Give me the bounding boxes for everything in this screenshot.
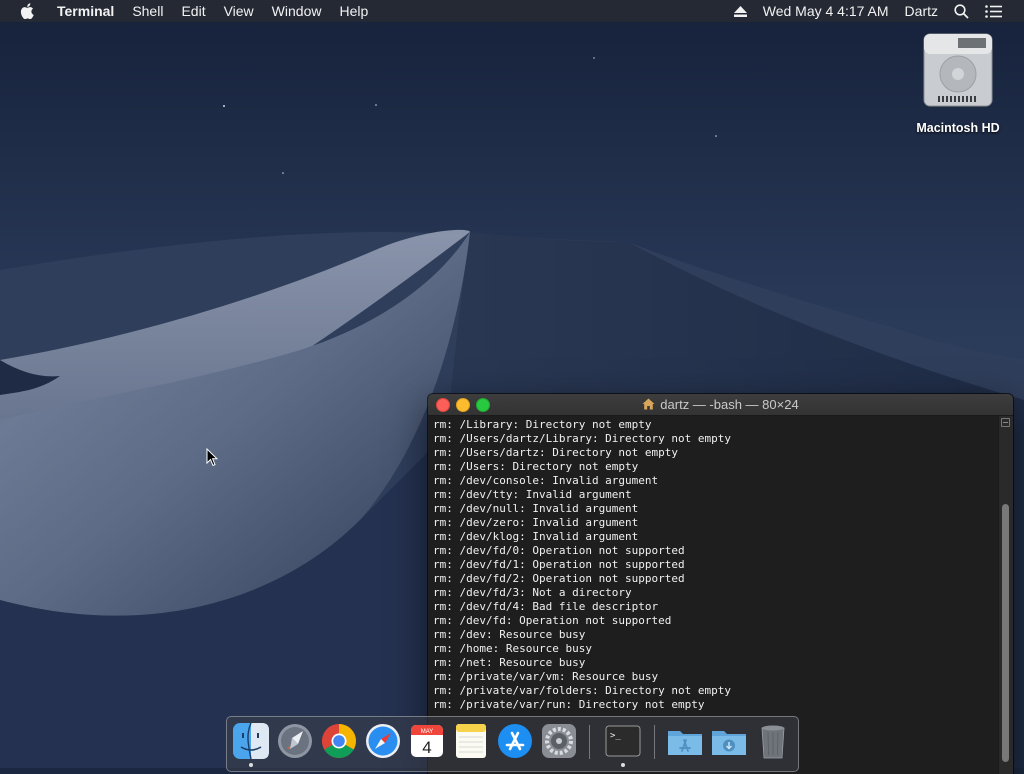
system-preferences-icon[interactable] bbox=[540, 722, 578, 760]
applications-folder-icon[interactable] bbox=[666, 722, 704, 760]
terminal-line: rm: /private/var/vm: Resource busy bbox=[433, 670, 659, 683]
running-indicator bbox=[249, 763, 253, 767]
macintosh-hd-desktop-icon[interactable]: Macintosh HD bbox=[908, 30, 1008, 135]
apple-logo-icon[interactable] bbox=[0, 3, 48, 19]
dock-separator bbox=[654, 725, 655, 759]
menu-user[interactable]: Dartz bbox=[897, 0, 946, 22]
terminal-line: rm: /dev/fd: Operation not supported bbox=[433, 614, 672, 627]
notes-icon[interactable] bbox=[452, 722, 490, 760]
notification-center-icon[interactable] bbox=[977, 0, 1024, 22]
dock-separator bbox=[589, 725, 590, 759]
terminal-line: rm: /dev/tty: Invalid argument bbox=[433, 488, 632, 501]
terminal-line: rm: /dev: Resource busy bbox=[433, 628, 586, 641]
terminal-line: rm: /Users/dartz: Directory not empty bbox=[433, 446, 679, 459]
terminal-line: rm: /dev/console: Invalid argument bbox=[433, 474, 659, 487]
trash-icon[interactable] bbox=[754, 722, 792, 760]
terminal-scrollbar[interactable] bbox=[998, 416, 1013, 774]
dock: MAY 4 >_ bbox=[226, 716, 799, 772]
downloads-folder-icon[interactable] bbox=[710, 722, 748, 760]
home-folder-icon bbox=[642, 395, 655, 416]
safari-icon[interactable] bbox=[364, 722, 402, 760]
macintosh-hd-label: Macintosh HD bbox=[916, 121, 1000, 135]
terminal-line: rm: /dev/null: Invalid argument bbox=[433, 502, 639, 515]
menu-edit[interactable]: Edit bbox=[172, 0, 214, 22]
menu-bar: Terminal Shell Edit View Window Help Wed… bbox=[0, 0, 1024, 22]
terminal-line: rm: /Library: Directory not empty bbox=[433, 418, 652, 431]
scroll-thumb[interactable] bbox=[1002, 504, 1009, 762]
terminal-line: rm: /dev/klog: Invalid argument bbox=[433, 530, 639, 543]
running-indicator bbox=[621, 763, 625, 767]
terminal-title: dartz — -bash — 80×24 bbox=[428, 394, 1013, 415]
terminal-line: rm: /dev/fd/2: Operation not supported bbox=[433, 572, 685, 585]
terminal-line: rm: /dev/fd/0: Operation not supported bbox=[433, 544, 685, 557]
finder-icon[interactable] bbox=[232, 722, 270, 760]
app-store-icon[interactable] bbox=[496, 722, 534, 760]
terminal-line: rm: /Users: Directory not empty bbox=[433, 460, 639, 473]
terminal-titlebar[interactable]: dartz — -bash — 80×24 bbox=[428, 394, 1013, 416]
hard-drive-icon bbox=[923, 33, 993, 107]
launchpad-icon[interactable] bbox=[276, 722, 314, 760]
terminal-line: rm: /home: Resource busy bbox=[433, 642, 592, 655]
terminal-icon[interactable]: >_ bbox=[604, 722, 642, 760]
mouse-cursor bbox=[206, 448, 218, 467]
calendar-icon[interactable]: MAY 4 bbox=[408, 722, 446, 760]
terminal-line: rm: /dev/fd/3: Not a directory bbox=[433, 586, 632, 599]
calendar-month: MAY bbox=[421, 729, 434, 735]
menu-clock[interactable]: Wed May 4 4:17 AM bbox=[755, 0, 897, 22]
menu-help[interactable]: Help bbox=[330, 0, 377, 22]
terminal-line: rm: /dev/fd/1: Operation not supported bbox=[433, 558, 685, 571]
eject-icon[interactable] bbox=[726, 0, 755, 22]
terminal-prompt: >_ bbox=[610, 731, 621, 741]
chrome-icon[interactable] bbox=[320, 722, 358, 760]
terminal-line: rm: /private/var/folders: Directory not … bbox=[433, 684, 732, 697]
terminal-title-text: dartz — -bash — 80×24 bbox=[660, 397, 799, 412]
menu-window[interactable]: Window bbox=[263, 0, 331, 22]
terminal-line: rm: /private/var/run: Directory not empt… bbox=[433, 698, 705, 711]
menu-shell[interactable]: Shell bbox=[123, 0, 172, 22]
terminal-line: rm: /dev/zero: Invalid argument bbox=[433, 516, 639, 529]
terminal-line: rm: /net: Resource busy bbox=[433, 656, 586, 669]
menu-app-name[interactable]: Terminal bbox=[48, 0, 123, 22]
calendar-day: 4 bbox=[422, 738, 431, 757]
spotlight-search-icon[interactable] bbox=[946, 0, 977, 22]
scroll-split-icon[interactable] bbox=[1001, 418, 1010, 427]
menu-view[interactable]: View bbox=[215, 0, 263, 22]
terminal-line: rm: /Users/dartz/Library: Directory not … bbox=[433, 432, 732, 445]
terminal-line: rm: /dev/fd/4: Bad file descriptor bbox=[433, 600, 659, 613]
